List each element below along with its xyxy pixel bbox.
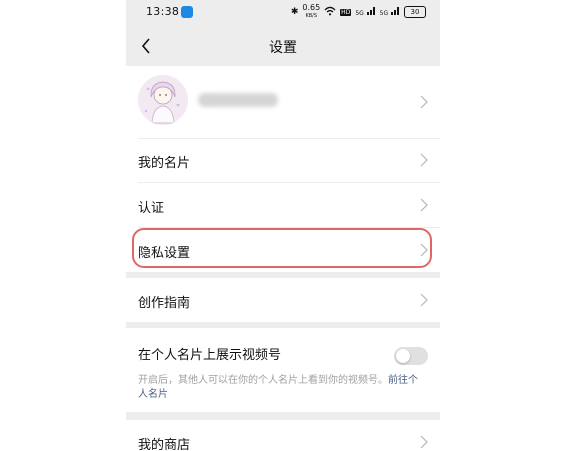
verify-row[interactable]: 认证 (126, 183, 440, 227)
status-time: 13:38 (146, 5, 180, 18)
chevron-right-icon (420, 293, 428, 307)
network-speed-unit: KB/S (305, 13, 318, 19)
my-shop-label: 我的商店 (138, 438, 191, 451)
network-speed-value: 0.65 (302, 3, 321, 12)
show-channels-card: 在个人名片上展示视频号 开启后，其他人可以在你的个人名片上看到你的视频号。前往个… (126, 328, 440, 412)
network-speed: 0.65 KB/S (302, 4, 320, 20)
wifi-icon (324, 6, 336, 19)
signal-icon-2: 5G (380, 6, 400, 18)
show-channels-label: 在个人名片上展示视频号 (138, 348, 282, 363)
my-card-row[interactable]: 我的名片 (126, 138, 440, 182)
avatar (138, 75, 188, 125)
phone-screen: 13:38 ✱ 0.65 KB/S HD 5G 5G 30 设置 我的名片 认证… (126, 0, 440, 451)
privacy-highlight-annotation (132, 228, 432, 268)
show-channels-desc-text: 开启后，其他人可以在你的个人名片上看到你的视频号。 (138, 375, 388, 386)
signal-2-label: 5G (379, 10, 389, 17)
bluetooth-icon: ✱ (290, 7, 299, 17)
my-shop-row[interactable]: 我的商店 (126, 420, 440, 451)
chevron-right-icon (420, 198, 428, 212)
show-channels-toggle[interactable] (394, 347, 428, 365)
page-title: 设置 (269, 40, 297, 56)
verify-label: 认证 (138, 201, 165, 216)
signal-icon-1: 5G (355, 6, 375, 18)
toggle-knob (396, 349, 410, 363)
battery-icon: 30 (404, 6, 426, 18)
nav-bar: 设置 (126, 26, 440, 66)
username-blurred (198, 93, 278, 107)
profile-row[interactable] (126, 66, 440, 138)
chevron-right-icon (420, 435, 428, 449)
creator-guide-label: 创作指南 (138, 296, 191, 311)
chevron-right-icon (420, 95, 428, 109)
status-icons: ✱ 0.65 KB/S HD 5G 5G 30 (291, 4, 426, 20)
creator-guide-row[interactable]: 创作指南 (126, 278, 440, 322)
my-card-label: 我的名片 (138, 156, 191, 171)
hd-icon: HD (340, 8, 352, 16)
app-notification-icon (181, 6, 193, 18)
show-channels-description: 开启后，其他人可以在你的个人名片上看到你的视频号。前往个人名片 (138, 374, 426, 402)
chevron-right-icon (420, 153, 428, 167)
signal-1-label: 5G (355, 10, 364, 17)
status-bar: 13:38 ✱ 0.65 KB/S HD 5G 5G 30 (126, 0, 440, 24)
